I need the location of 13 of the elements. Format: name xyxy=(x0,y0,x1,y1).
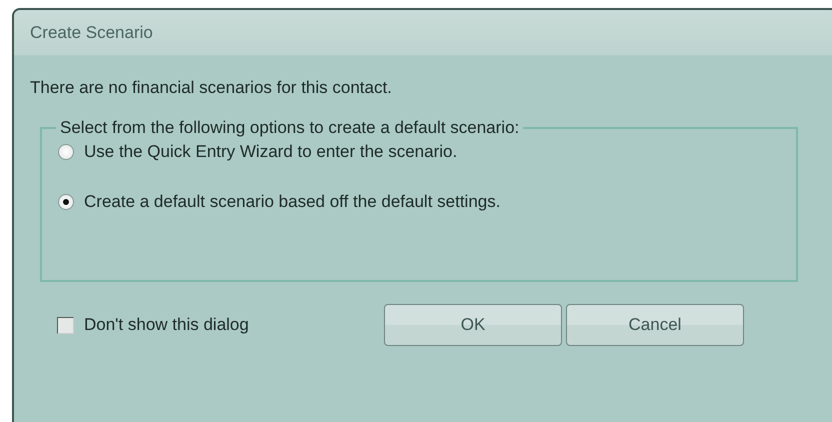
radio-button[interactable] xyxy=(58,144,74,160)
message-text: There are no financial scenarios for this contact. xyxy=(30,78,393,98)
radio-option[interactable]: Use the Quick Entry Wizard to enter the scenario. xyxy=(58,142,796,162)
checkbox[interactable] xyxy=(57,316,74,334)
checkbox-label: Don't show this dialog xyxy=(84,315,249,335)
radio-option[interactable]: Create a default scenario based off the default settings. xyxy=(58,192,796,212)
cancel-button[interactable]: Cancel xyxy=(566,304,744,346)
option-label: Use the Quick Entry Wizard to enter the scenario. xyxy=(84,142,458,162)
radio-button[interactable] xyxy=(58,194,74,210)
window-title: Create Scenario xyxy=(30,22,153,42)
ok-button[interactable]: OK xyxy=(384,304,562,346)
group-legend: Select from the following options to create a default scenario: xyxy=(56,118,524,138)
option-label: Create a default scenario based off the default settings. xyxy=(84,192,500,212)
